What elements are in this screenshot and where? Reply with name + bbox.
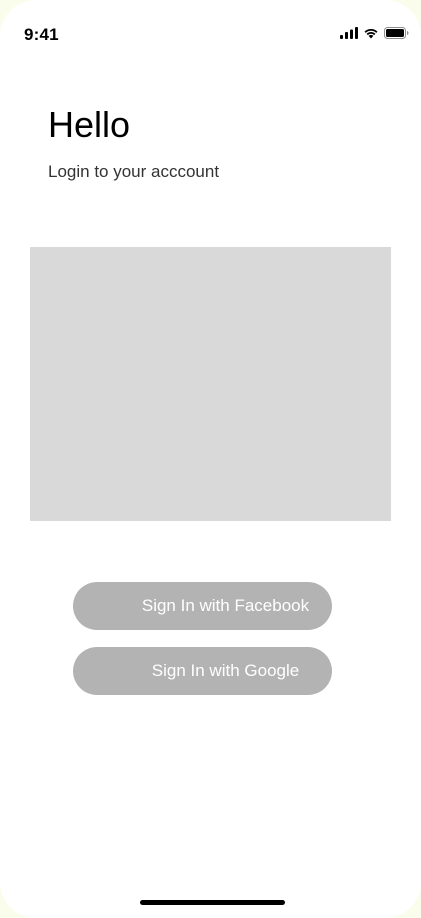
battery-icon [384,27,409,39]
page-title: Hello [48,104,131,145]
status-bar: 9:41 [0,0,421,60]
signal-icon [340,27,358,39]
phone-screen: 9:41 Hello Login to your acccount Sign I… [0,0,421,918]
page-subtitle: Login to your acccount [48,162,220,181]
status-time: 9:41 [24,25,59,44]
status-icons [340,27,409,39]
sign-in-facebook-button[interactable]: Sign In with Facebook [73,582,332,630]
wifi-icon [363,27,379,39]
sign-in-google-button[interactable]: Sign In with Google [73,647,332,695]
home-indicator[interactable] [140,900,285,905]
hero-image-placeholder [30,247,391,521]
